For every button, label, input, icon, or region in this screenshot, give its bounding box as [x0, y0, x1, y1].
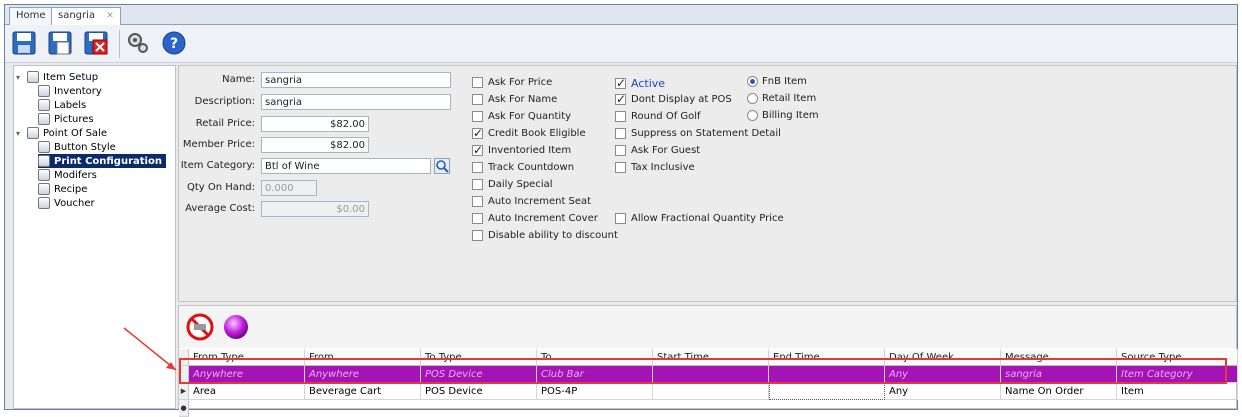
annotation-highlight-box [179, 358, 1227, 384]
annotation-arrow [123, 327, 177, 371]
